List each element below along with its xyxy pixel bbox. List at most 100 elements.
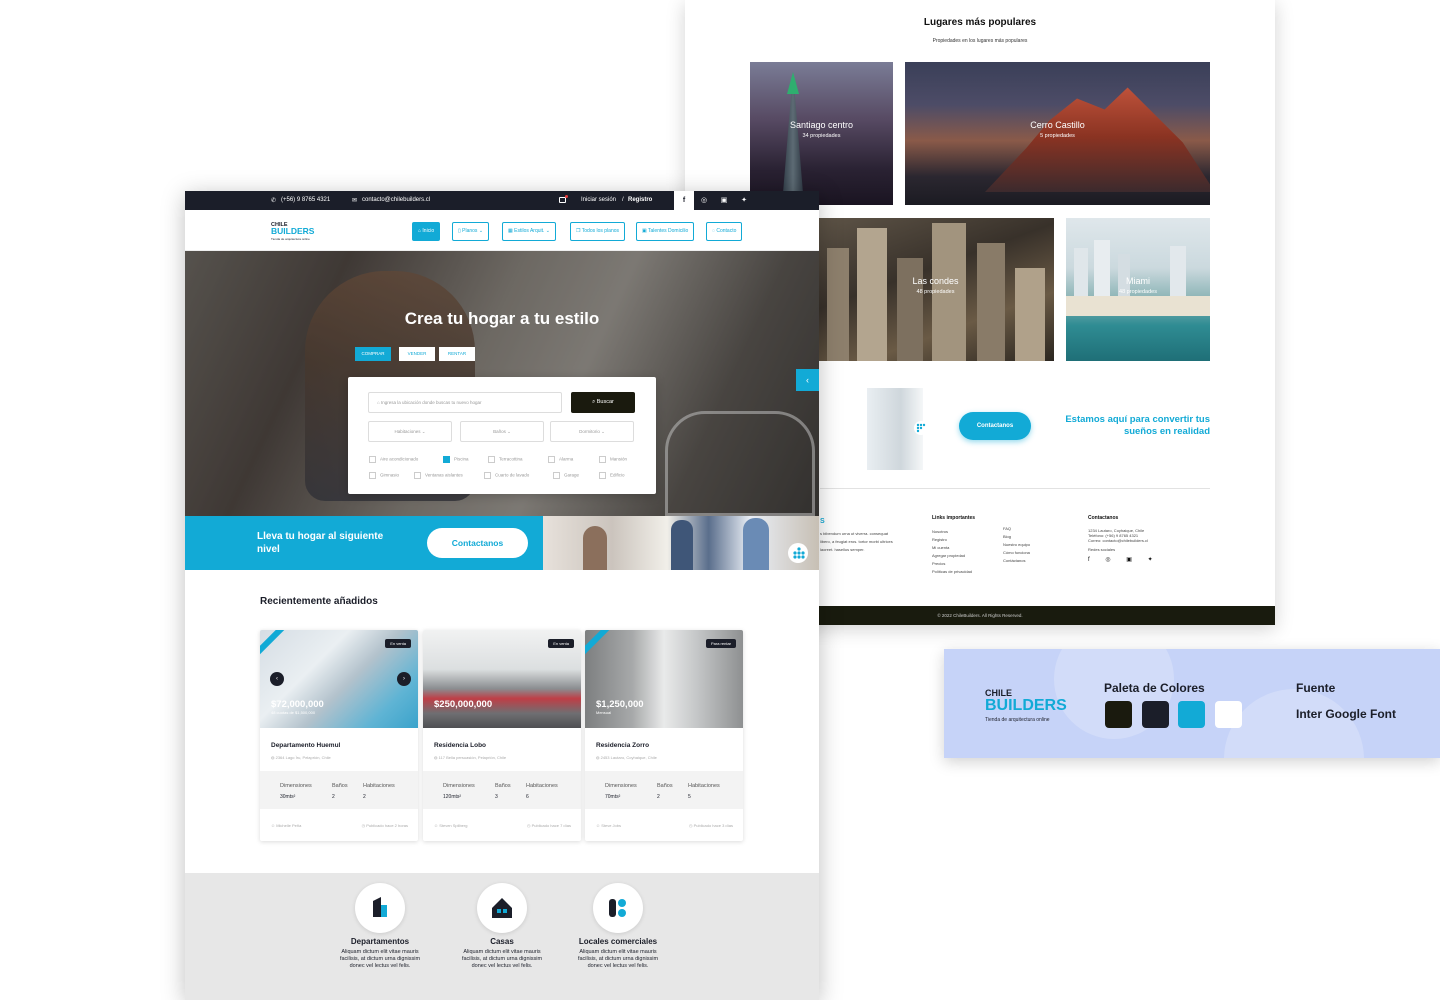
dots-icon: [788, 543, 808, 568]
listing-price: $1,250,000: [596, 699, 644, 710]
listing-price-sub: 48 cuotas de $1,500,000: [271, 710, 316, 715]
listing-price-sub: Mensual: [596, 710, 612, 715]
place-card-miami[interactable]: Miami 48 propiedades: [1066, 218, 1210, 361]
footer-social-icons[interactable]: f ◎ ▣ ✦: [1088, 556, 1208, 564]
spec-value: 70mts²: [605, 794, 621, 800]
phone-text[interactable]: (+56) 9 8765 4321: [281, 197, 330, 203]
footer-link[interactable]: Agregar propiedad: [932, 552, 1012, 560]
checkbox-terracottina[interactable]: Terracottina: [488, 456, 523, 463]
logo-main[interactable]: BUILDERS: [271, 227, 314, 236]
footer-contact-column: Contactanos 1234 Lautaro, Coyhaique, Chi…: [1088, 514, 1208, 564]
chevron-left-icon[interactable]: ‹: [270, 672, 284, 686]
category-departamentos[interactable]: Departamentos Aliquam dictum elit vitae …: [320, 883, 440, 970]
linkedin-icon[interactable]: ▣: [714, 191, 734, 210]
tab-comprar[interactable]: COMPRAR: [355, 347, 391, 361]
checkbox-ventanas[interactable]: Ventanas aislantes: [414, 472, 463, 479]
checkbox-aire[interactable]: Aire acondicionado: [369, 456, 418, 463]
facebook-icon[interactable]: f: [674, 191, 694, 210]
nav-label: Todos los planos: [581, 228, 620, 234]
nav-contacto[interactable]: ◌ Contacto: [706, 222, 743, 241]
footer-link[interactable]: Precios: [932, 560, 1012, 568]
footer-link[interactable]: FAQ: [1003, 525, 1073, 533]
listing-address: ◍ 2364 Lago Ìru, Pelaprión, Chile: [271, 755, 331, 760]
mail-icon: ✉: [352, 198, 358, 204]
listing-name[interactable]: Residencia Lobo: [434, 742, 486, 749]
footer-contact-line: Correo: contacto@chilebuilders.cl: [1088, 538, 1148, 543]
checkbox-piscina[interactable]: Piscina: [443, 456, 469, 463]
listing-name[interactable]: Residencia Zorro: [596, 742, 649, 749]
search-button-label: Buscar: [596, 399, 614, 405]
nav-inicio[interactable]: ⌂ Inicio: [412, 222, 441, 241]
place-card-santiago[interactable]: Santiago centro 34 propiedades: [750, 62, 893, 205]
checkbox-gimnasio[interactable]: Gimnasio: [369, 472, 399, 479]
place-card-las-condes[interactable]: Las condes 48 propiedades: [817, 218, 1054, 361]
login-link[interactable]: Iniciar sesión: [581, 197, 616, 203]
place-name: Las condes: [912, 276, 959, 286]
hero-section: Crea tu hogar a tu estilo COMPRAR VENDER…: [185, 251, 819, 516]
twitter-icon[interactable]: ✦: [734, 191, 754, 210]
search-button[interactable]: ⌕ Buscar: [571, 392, 635, 413]
select-dormitorio[interactable]: Dormitorio ⌄: [550, 421, 634, 442]
footer-link[interactable]: Registro: [932, 536, 1012, 544]
instagram-icon[interactable]: ◎: [694, 191, 714, 210]
tab-vender[interactable]: VENDER: [399, 347, 435, 361]
listing-name[interactable]: Departamento Huemul: [271, 742, 340, 749]
footer-link[interactable]: Nosotros: [932, 528, 1012, 536]
nav-talentes[interactable]: ▣ Talentes Domicilio: [636, 222, 695, 241]
topbar-separator: /: [622, 197, 624, 203]
footer-about-text: s bibendum urna ut viverra. consequat li…: [820, 531, 893, 552]
nav-todos-planos[interactable]: ❐ Todos los planos: [570, 222, 626, 241]
checkbox-mansion[interactable]: Mansión: [599, 456, 627, 463]
spec-heading: Dimensiones: [605, 783, 637, 789]
person-figure: [671, 520, 693, 570]
footer-link[interactable]: Mi cuenta: [932, 544, 1012, 552]
listing-agent: ☺ Steven Spilberg: [434, 823, 468, 828]
listing-specs: Dimensiones Baños Habitaciones 30mts² 2 …: [260, 771, 418, 809]
contact-button[interactable]: Contactanos: [959, 412, 1031, 440]
footer-link[interactable]: Políticas de privacidad: [932, 568, 1012, 576]
place-name: Miami: [1126, 276, 1150, 286]
listing-address: ◍ 117 Bella persuasión, Pelaprión, Chile: [434, 755, 507, 760]
spec-value: 2: [363, 794, 366, 800]
nav-label: Talentes Domicilio: [648, 228, 689, 234]
checkbox-edificio[interactable]: Edificio: [599, 472, 625, 479]
promo-contact-button[interactable]: Contactanos: [427, 528, 528, 558]
email-text[interactable]: contacto@chilebuilders.cl: [362, 197, 430, 203]
checkbox-garage[interactable]: Garage: [553, 472, 579, 479]
place-count: 48 propiedades: [1119, 289, 1157, 295]
listing-agent: ☺ Steve Jobs: [596, 823, 621, 828]
search-card: ⌂ Ingresa la ubicación donde buscas tu n…: [348, 377, 656, 494]
footer-link[interactable]: Blog: [1003, 533, 1073, 541]
location-search-input[interactable]: ⌂ Ingresa la ubicación donde buscas tu n…: [368, 392, 562, 413]
listing-specs: Dimensiones Baños Habitaciones 120mts² 3…: [423, 771, 581, 809]
place-card-cerro-castillo[interactable]: Cerro Castillo 5 propiedades: [905, 62, 1210, 205]
main-page-preview: ✆ (+56) 9 8765 4321 ✉ contacto@chilebuil…: [185, 191, 819, 1000]
nav-planos[interactable]: ▯ Planos ⌄: [452, 222, 490, 241]
chevron-down-icon: ⌄: [420, 429, 426, 434]
footer-link[interactable]: Cómo funciona: [1003, 549, 1073, 557]
listing-card[interactable]: En venta $250,000,000 Residencia Lobo ◍ …: [423, 630, 581, 841]
checkbox-lavado[interactable]: Cuarto de lavado: [484, 472, 529, 479]
register-link[interactable]: Registro: [628, 197, 652, 203]
chevron-right-icon[interactable]: ›: [397, 672, 411, 686]
select-banos[interactable]: Baños ⌄: [460, 421, 544, 442]
spec-value: 120mts²: [443, 794, 462, 800]
checkbox-alarma[interactable]: Alarma: [548, 456, 573, 463]
listing-card[interactable]: Para rentar $1,250,000 Mensual Residenci…: [585, 630, 743, 841]
spec-heading: Dimensiones: [280, 783, 312, 789]
color-swatch-white: [1215, 701, 1242, 728]
category-title: Casas: [490, 937, 514, 946]
nav-estilos[interactable]: ▦ Estilos Arquit. ⌄: [502, 222, 557, 241]
category-locales-comerciales[interactable]: Locales comerciales Aliquam dictum elit …: [558, 883, 678, 970]
footer-about: S s bibendum urna ut viverra. consequat …: [820, 517, 900, 554]
recent-section-title: Recientemente añadidos: [260, 596, 378, 607]
select-habitaciones[interactable]: Habitaciones ⌄: [368, 421, 452, 442]
footer-links-column: Links importantes Nosotros Registro Mi c…: [932, 514, 1012, 576]
tab-rentar[interactable]: RENTAR: [439, 347, 475, 361]
listing-specs: Dimensiones Baños Habitaciones 70mts² 2 …: [585, 771, 743, 809]
footer-link[interactable]: Contáctanos: [1003, 557, 1073, 565]
chevron-left-icon[interactable]: ‹: [796, 369, 819, 391]
footer-link[interactable]: Nuestro equipo: [1003, 541, 1073, 549]
category-casas[interactable]: Casas Aliquam dictum elit vitae mauris f…: [442, 883, 562, 970]
listing-card[interactable]: En venta ‹ › $72,000,000 48 cuotas de $1…: [260, 630, 418, 841]
